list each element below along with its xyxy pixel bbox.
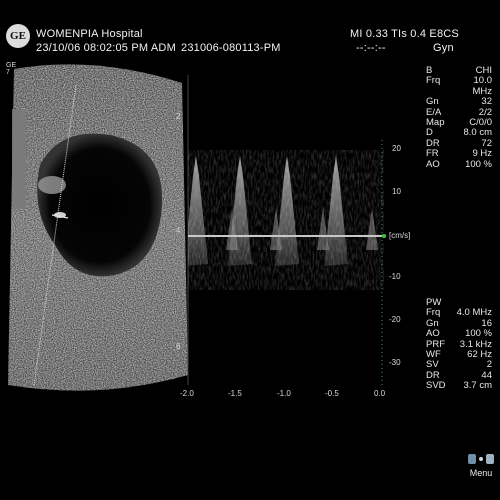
time-label-neg2-0: -2.0 <box>180 389 194 398</box>
ultrasound-screen: { "header": { "hospital": "WOMENPIA Hosp… <box>0 0 500 500</box>
pw-parameters: PW Frq 4.0 MHz Gn 16 AO 100 % PRF 3.1 kHz WF… <box>426 297 492 392</box>
exam-datetime: 23/10/06 08:02:05 PM ADM <box>36 42 176 54</box>
depth-label-6: 6 <box>176 342 181 351</box>
velocity-label-10: 10 <box>392 187 401 196</box>
bmode-image <box>8 64 189 391</box>
grayscale-bar <box>12 109 26 209</box>
velocity-label-neg30: -30 <box>389 358 401 367</box>
velocity-label-20: 20 <box>392 144 401 153</box>
velocity-unit: [cm/s] <box>389 231 411 240</box>
fetal-pole <box>38 176 66 194</box>
baseline-marker <box>382 234 386 238</box>
bmode-row: AO 100 % <box>426 158 492 170</box>
hospital-name: WOMENPIA Hospital <box>36 28 143 40</box>
menu-label: Menu <box>469 468 493 478</box>
depth-label-4: 4 <box>176 226 181 235</box>
bmode-row: Frq 10.0 MHz <box>426 75 492 97</box>
mi-tis-readout: MI 0.33 TIs 0.4 E8CS <box>350 28 459 40</box>
time-placeholder: --:--:-- <box>356 42 386 54</box>
depth-label-2: 2 <box>176 112 181 121</box>
velocity-label-neg20: -20 <box>389 315 401 324</box>
velocity-label-neg10: -10 <box>389 272 401 281</box>
preset-name: Gyn <box>433 42 454 54</box>
study-id: 231006-080113-PM <box>181 42 281 54</box>
time-label-0-0: 0.0 <box>374 389 386 398</box>
bmode-parameters: B CHI Frq 10.0 MHz Gn 32 E/A 2/2 Map C/0/0 D8… <box>426 65 492 170</box>
trackball-icon <box>468 454 494 464</box>
time-label-neg1-5: -1.5 <box>228 389 242 398</box>
pw-row: SVD 3.7 cm <box>426 380 492 392</box>
ge-logo: GE <box>6 24 30 48</box>
menu-button[interactable]: Menu <box>466 452 496 478</box>
time-label-neg1-0: -1.0 <box>277 389 291 398</box>
doppler-waveforms <box>188 150 384 290</box>
doppler-spectrum <box>188 140 386 385</box>
time-label-neg0-5: -0.5 <box>325 389 339 398</box>
spectrum-noise <box>188 150 384 290</box>
